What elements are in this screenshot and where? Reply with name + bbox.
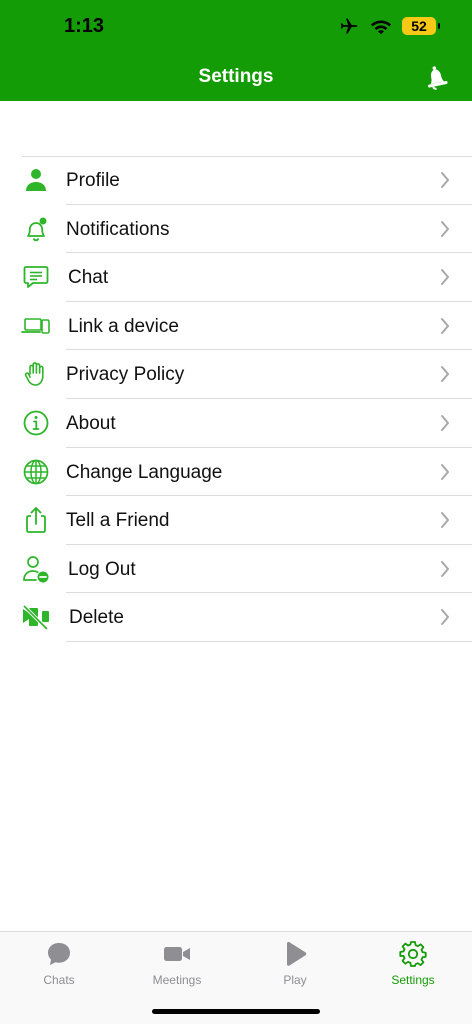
header-bar: 1:13 52 Settings [0,0,472,101]
home-indicator[interactable] [152,1009,320,1014]
delete-account-icon [20,603,52,631]
menu-item-label: Tell a Friend [66,510,170,532]
chat-icon [48,943,70,965]
menu-item-delete[interactable]: Delete [0,593,472,642]
chevron-right-icon [441,269,450,286]
chevron-right-icon [441,415,450,431]
chat-bubble-icon [20,263,52,291]
globe-icon [20,458,52,486]
gear-icon [399,941,427,967]
devices-icon [20,312,52,340]
menu-item-label: About [66,413,116,434]
video-icon [164,947,190,961]
menu-item-about[interactable]: About [0,399,472,448]
chevron-right-icon [441,366,450,383]
info-icon [20,409,52,437]
person-minus-icon [20,555,52,583]
share-icon [20,506,52,534]
menu-item-change-language[interactable]: Change Language [0,448,472,497]
bell-icon[interactable] [420,60,452,92]
chevron-right-icon [441,317,450,334]
menu-item-label: Change Language [66,461,223,483]
status-time: 1:13 [64,15,105,37]
person-icon [20,166,52,194]
tab-chats[interactable]: Chats [0,940,118,990]
chevron-right-icon [441,609,450,626]
divider [66,640,472,642]
tab-label: Meetings [152,973,202,987]
menu-item-notifications[interactable]: Notifications [0,205,472,254]
tab-label: Chats [43,973,75,987]
menu-item-log-out[interactable]: Log Out [0,545,472,594]
tab-meetings[interactable]: Meetings [118,940,236,990]
status-bar: 1:13 52 [0,0,472,56]
play-icon [287,941,307,966]
menu-item-label: Privacy Policy [66,364,185,386]
menu-item-label: Notifications [66,218,170,240]
chevron-right-icon [441,560,450,577]
wifi-icon [370,20,392,35]
menu-item-label: Profile [66,170,120,191]
menu-item-link-device[interactable]: Link a device [0,302,472,351]
menu-item-label: Chat [68,267,109,289]
bell-badge-icon [20,215,52,243]
battery-indicator: 52 [402,17,440,35]
menu-item-label: Log Out [68,558,136,580]
page-title: Settings [198,66,274,87]
chevron-right-icon [441,172,450,188]
tab-label: Settings [391,973,435,987]
airplane-mode-icon [340,18,358,34]
menu-item-privacy-policy[interactable]: Privacy Policy [0,350,472,399]
chevron-right-icon [441,512,450,529]
menu-item-label: Link a device [68,315,179,337]
menu-item-chat[interactable]: Chat [0,253,472,302]
menu-item-tell-a-friend[interactable]: Tell a Friend [0,496,472,545]
menu-item-label: Delete [69,607,124,629]
tab-play[interactable]: Play [236,940,354,990]
tab-settings[interactable]: Settings [354,940,472,990]
chevron-right-icon [441,220,450,237]
hand-icon [20,360,52,388]
tab-label: Play [283,973,307,987]
menu-item-profile[interactable]: Profile [0,156,472,205]
chevron-right-icon [441,463,450,480]
